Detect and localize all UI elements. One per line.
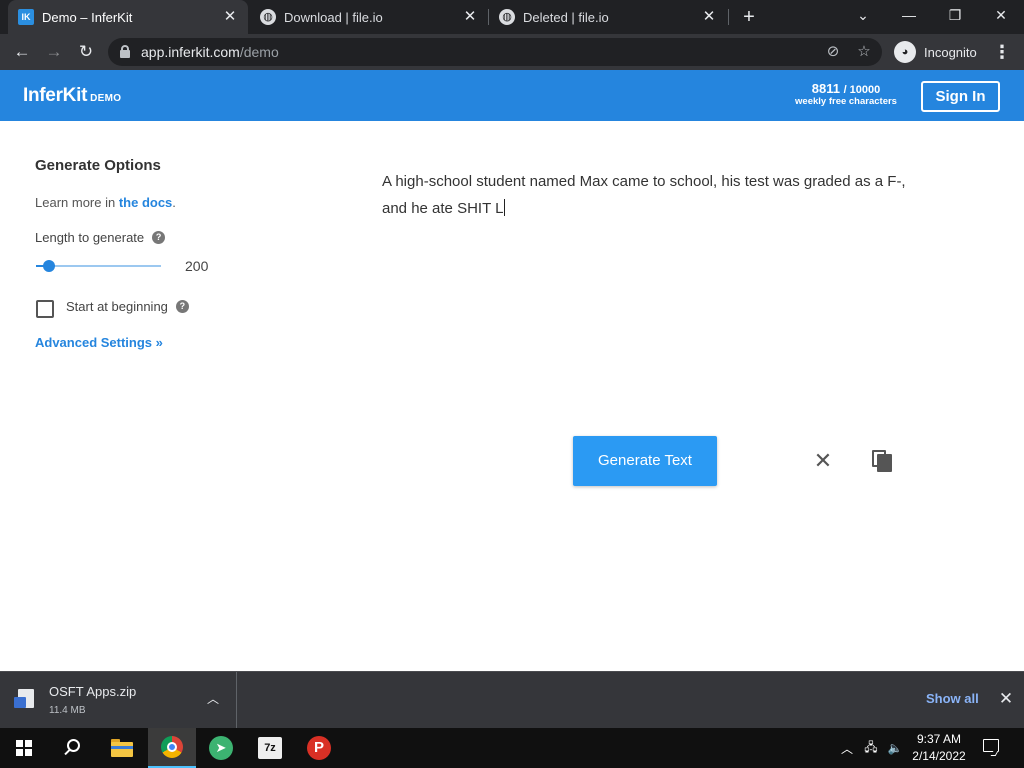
tab-title: Download | file.io (284, 9, 383, 25)
globe-icon: ◍ (260, 9, 276, 25)
show-all-downloads-button[interactable]: Show all (926, 691, 979, 706)
tray-chevron-up-icon[interactable]: ︿ (838, 728, 856, 768)
url-host: app.inferkit.com (141, 44, 240, 60)
volume-icon[interactable]: 🔈 (884, 728, 906, 768)
incognito-icon: ◕ (894, 41, 916, 63)
prompt-text: A high-school student named Max came to … (382, 173, 910, 217)
help-icon[interactable]: ? (152, 231, 166, 244)
quota-used: 8811 (811, 81, 840, 96)
address-bar[interactable]: app.inferkit.com/demo ⊘ ☆ (108, 38, 882, 66)
chevron-up-icon[interactable]: ︿ (204, 690, 222, 708)
globe-icon: ◍ (499, 9, 515, 25)
tab-title: Demo – InferKit (42, 9, 133, 25)
generate-options-title: Generate Options (35, 157, 161, 174)
incognito-profile-button[interactable]: ◕ Incognito (890, 38, 982, 66)
quota-indicator: 8811 / 10000 weekly free characters (776, 81, 916, 107)
download-file-size: 11.4 MB (49, 705, 86, 716)
p-app-icon[interactable]: P (295, 728, 343, 768)
quota-caption: weekly free characters (795, 96, 897, 107)
sign-in-button[interactable]: Sign In (921, 81, 1000, 112)
length-label: Length to generate ? (35, 230, 166, 245)
incognito-label: Incognito (924, 44, 977, 60)
app-header: InferKit DEMO 8811 / 10000 weekly free ch… (0, 70, 1024, 121)
tab-close-icon[interactable]: ✕ (222, 9, 238, 25)
generate-text-button[interactable]: Generate Text (573, 436, 717, 486)
forward-arrow-icon[interactable]: → (40, 38, 68, 66)
tab-divider (728, 9, 729, 25)
download-file-name: OSFT Apps.zip (49, 684, 137, 699)
system-clock[interactable]: 9:37 AM 2/14/2022 (906, 731, 972, 765)
learn-suffix: . (172, 195, 176, 210)
logo-text: InferKit (23, 85, 88, 106)
restore-icon[interactable]: ❐ (932, 0, 978, 30)
prompt-editor[interactable]: A high-school student named Max came to … (382, 168, 922, 222)
tab-title: Deleted | file.io (523, 9, 609, 25)
quota-limit: / 10000 (843, 84, 881, 96)
close-shelf-icon[interactable]: ✕ (996, 689, 1016, 709)
windows-taskbar: ➤ 7z P ︿ 🖧 🔈 9:37 AM 2/14/2022 (0, 728, 1024, 768)
send-app-icon[interactable]: ➤ (197, 728, 245, 768)
lock-icon[interactable] (120, 45, 130, 58)
clock-date: 2/14/2022 (912, 749, 966, 763)
learn-prefix: Learn more in (35, 195, 119, 210)
tab-inferkit-demo[interactable]: IK Demo – InferKit ✕ (8, 0, 248, 34)
new-tab-plus-icon[interactable]: + (738, 5, 760, 29)
clock-time: 9:37 AM (916, 732, 962, 746)
clear-x-icon[interactable]: ✕ (812, 450, 834, 472)
help-icon[interactable]: ? (175, 300, 189, 313)
minimize-icon[interactable]: — (886, 0, 932, 30)
advanced-settings-link[interactable]: Advanced Settings » (35, 335, 163, 350)
download-shelf: OSFT Apps.zip 11.4 MB ︿ Show all ✕ (0, 671, 1024, 728)
search-icon[interactable] (48, 728, 96, 768)
tab-deleted-fileio[interactable]: ◍ Deleted | file.io ✕ (489, 0, 727, 34)
chrome-icon[interactable] (148, 728, 196, 768)
start-icon[interactable] (0, 728, 48, 768)
browser-tab-strip: IK Demo – InferKit ✕ ◍ Download | file.i… (0, 0, 1024, 34)
text-caret (504, 199, 506, 216)
eye-slash-icon[interactable]: ⊘ (822, 41, 844, 63)
learn-more-text: Learn more in the docs. (35, 195, 176, 210)
inferkit-logo-icon: IK (18, 9, 34, 25)
start-label-text: Start at beginning (66, 299, 168, 314)
tab-close-icon[interactable]: ✕ (462, 9, 478, 25)
length-slider-thumb[interactable] (42, 260, 55, 272)
zip-file-icon (14, 689, 36, 709)
download-item[interactable]: OSFT Apps.zip 11.4 MB ︿ (0, 672, 237, 728)
7zip-icon[interactable]: 7z (246, 728, 294, 768)
browser-toolbar: ← → ↻ app.inferkit.com/demo ⊘ ☆ ◕ Incogn… (0, 34, 1024, 70)
copy-icon[interactable] (872, 450, 894, 472)
length-label-text: Length to generate (35, 230, 145, 245)
tab-download-fileio[interactable]: ◍ Download | file.io ✕ (250, 0, 488, 34)
reload-icon[interactable]: ↻ (72, 38, 100, 66)
file-explorer-icon[interactable] (98, 728, 146, 768)
window-close-icon[interactable]: ✕ (978, 0, 1024, 30)
docs-link[interactable]: the docs (119, 195, 172, 210)
url-path: /demo (239, 44, 279, 60)
back-arrow-icon[interactable]: ← (8, 38, 36, 66)
url-text[interactable]: app.inferkit.com/demo (141, 44, 279, 60)
start-at-beginning-checkbox[interactable] (36, 300, 54, 318)
inferkit-logo[interactable]: InferKit DEMO (23, 85, 121, 107)
bookmark-star-icon[interactable]: ☆ (853, 41, 875, 63)
length-value: 200 (185, 258, 209, 274)
tab-search-chevron-icon[interactable]: ⌄ (840, 0, 886, 30)
tab-close-icon[interactable]: ✕ (701, 9, 717, 25)
length-slider[interactable] (36, 260, 161, 272)
more-menu-icon[interactable]: ⋮ (992, 38, 1012, 66)
network-icon[interactable]: 🖧 (860, 728, 882, 768)
notifications-icon[interactable] (978, 736, 1004, 760)
start-at-beginning-label: Start at beginning ? (66, 299, 189, 314)
logo-demo-badge: DEMO (90, 93, 122, 104)
